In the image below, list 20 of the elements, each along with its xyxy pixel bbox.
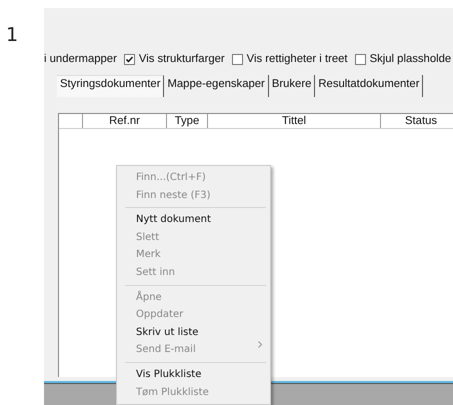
column-header[interactable]: Ref.nr [83,114,167,128]
menu-item[interactable]: Skriv ut liste [117,324,270,342]
checkbox[interactable] [124,54,135,64]
checkbox[interactable] [232,54,243,64]
checkbox-label: Vis strukturfarger [138,53,225,65]
menu-item[interactable]: Vis Plukkliste [117,366,270,384]
option-label: i undermapper [44,53,117,65]
checkbox-label: Skjul plassholde [370,53,452,65]
tab[interactable]: Mappe-egenskaper [164,75,269,97]
step-number: 1 [6,24,18,46]
checkbox-label: Vis rettigheter i treet [246,53,348,65]
tab[interactable]: Resultatdokumenter [315,75,424,97]
column-header[interactable]: Type [167,114,208,128]
menu-item[interactable]: Nytt dokument [117,211,270,229]
column-header[interactable]: Status [381,114,453,128]
column-header[interactable]: Tittel [208,114,381,128]
checkbox[interactable] [354,54,366,64]
tab[interactable]: Brukere [268,75,316,97]
tab[interactable]: Styringsdokumenter [57,75,164,97]
chevron-right-icon [258,341,262,348]
